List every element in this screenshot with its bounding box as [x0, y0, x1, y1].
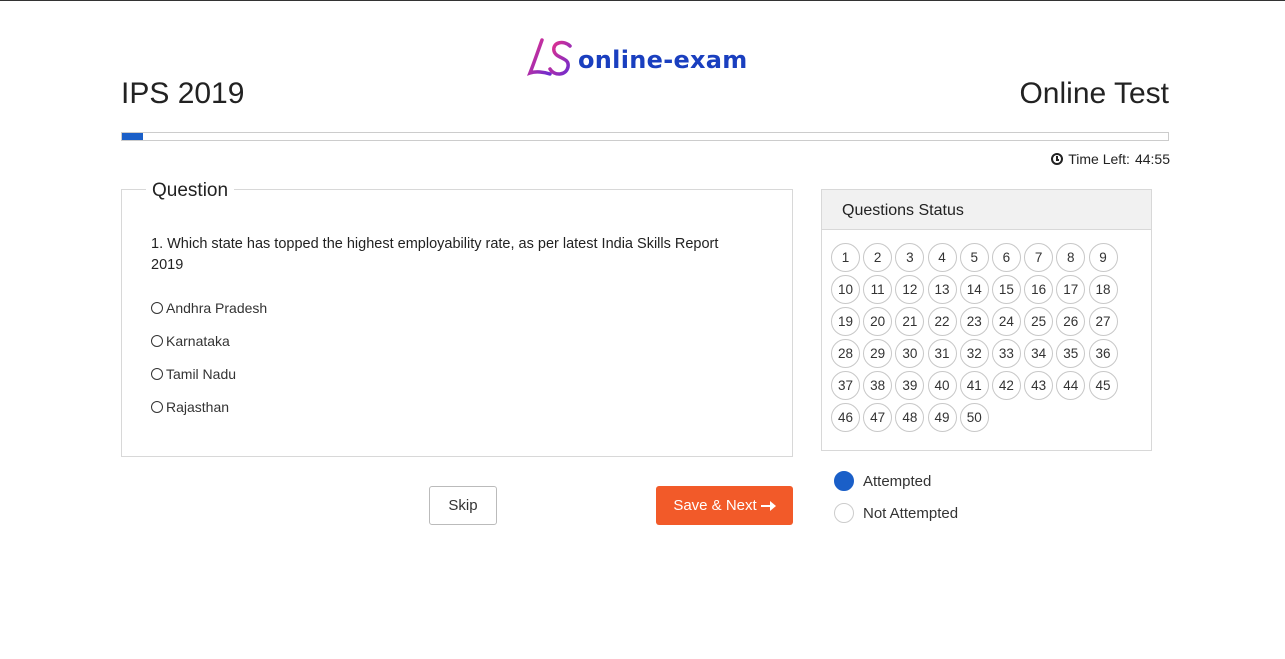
save-next-label: Save & Next: [673, 497, 757, 514]
time-left-value: 44:55: [1134, 151, 1170, 167]
question-number-button[interactable]: 19: [831, 307, 860, 336]
option-4[interactable]: Rajasthan: [151, 390, 267, 423]
test-title: Online Test: [1019, 77, 1169, 110]
question-number-button[interactable]: 28: [831, 339, 860, 368]
attempted-dot-icon: [834, 471, 854, 491]
question-number-button[interactable]: 11: [863, 275, 893, 304]
question-number-button[interactable]: 46: [831, 403, 860, 432]
question-number-grid: 1 2 3 4 5 6 7 8 9 10 11 12 13 14 15 16 17 18 19 20 21 22 23 24 2…: [822, 230, 1122, 435]
answer-options: Andhra Pradesh Karnataka Tamil Nadu Raja…: [151, 291, 267, 423]
question-number-button[interactable]: 22: [927, 307, 957, 336]
site-logo[interactable]: online-exam: [526, 37, 748, 79]
question-number-button[interactable]: 15: [991, 275, 1021, 304]
question-number-button[interactable]: 4: [927, 243, 957, 272]
question-number-button[interactable]: 37: [831, 371, 860, 400]
legend-attempted: Attempted: [834, 465, 958, 497]
time-left: Time Left: 44:55: [1051, 151, 1170, 167]
radio-button[interactable]: [151, 301, 163, 314]
question-number-button[interactable]: 12: [895, 275, 925, 304]
question-number-button[interactable]: 27: [1088, 307, 1118, 336]
radio-button[interactable]: [151, 400, 163, 413]
question-panel: Question 1. Which state has topped the h…: [121, 180, 793, 457]
question-number-button[interactable]: 48: [895, 403, 925, 432]
skip-button[interactable]: Skip: [429, 486, 497, 525]
logo-text: online-exam: [578, 46, 748, 74]
question-number-button[interactable]: 17: [1056, 275, 1086, 304]
question-legend: Question: [146, 180, 235, 202]
question-number-button[interactable]: 16: [1024, 275, 1054, 304]
question-number-button[interactable]: 20: [863, 307, 893, 336]
status-legend: Attempted Not Attempted: [834, 465, 958, 529]
question-number-button[interactable]: 24: [991, 307, 1021, 336]
arrow-right-icon: [760, 500, 776, 511]
question-number-button[interactable]: 6: [991, 243, 1021, 272]
exam-title: IPS 2019: [121, 77, 245, 110]
question-number-button[interactable]: 23: [959, 307, 989, 336]
ls-monogram-icon: [526, 38, 572, 76]
questions-status-panel: Questions Status 1 2 3 4 5 6 7 8 9 10 11 12 13 14 15 16…: [821, 189, 1152, 451]
legend-attempted-label: Attempted: [863, 472, 932, 490]
question-number-button[interactable]: 42: [991, 371, 1021, 400]
question-number-button[interactable]: 35: [1056, 339, 1086, 368]
question-number-button[interactable]: 7: [1024, 243, 1054, 272]
question-number-button[interactable]: 2: [863, 243, 893, 272]
progress-fill: [122, 133, 143, 140]
question-number-button[interactable]: 45: [1088, 371, 1118, 400]
question-number-button[interactable]: 31: [927, 339, 957, 368]
question-number-button[interactable]: 14: [959, 275, 989, 304]
question-number-button[interactable]: 44: [1056, 371, 1086, 400]
question-text: 1. Which state has topped the highest em…: [151, 236, 719, 273]
time-left-label: Time Left:: [1068, 151, 1130, 167]
question-number-button[interactable]: 43: [1024, 371, 1054, 400]
question-number-button[interactable]: 8: [1056, 243, 1086, 272]
question-number-button[interactable]: 25: [1024, 307, 1054, 336]
option-label: Andhra Pradesh: [166, 299, 268, 316]
question-number-button[interactable]: 38: [863, 371, 893, 400]
question-number-button[interactable]: 18: [1088, 275, 1118, 304]
question-number-button[interactable]: 36: [1088, 339, 1118, 368]
legend-not-attempted: Not Attempted: [834, 497, 958, 529]
question-number-button[interactable]: 39: [895, 371, 925, 400]
radio-button[interactable]: [151, 334, 163, 347]
question-number-button[interactable]: 30: [895, 339, 925, 368]
questions-status-title: Questions Status: [822, 190, 1151, 230]
question-number-button[interactable]: 47: [863, 403, 893, 432]
question-number-button[interactable]: 33: [991, 339, 1021, 368]
question-number-button[interactable]: 21: [895, 307, 925, 336]
question-number-button[interactable]: 34: [1024, 339, 1054, 368]
question-number-button[interactable]: 3: [895, 243, 925, 272]
option-3[interactable]: Tamil Nadu: [151, 357, 267, 390]
option-2[interactable]: Karnataka: [151, 324, 267, 357]
question-number-button[interactable]: 13: [927, 275, 957, 304]
question-number-button[interactable]: 40: [927, 371, 957, 400]
save-next-button[interactable]: Save & Next: [656, 486, 793, 525]
question-number-button[interactable]: 1: [831, 243, 860, 272]
progress-bar: [121, 132, 1169, 141]
question-number-button[interactable]: 29: [863, 339, 893, 368]
option-label: Tamil Nadu: [166, 365, 237, 382]
not-attempted-dot-icon: [834, 503, 854, 523]
question-number-button[interactable]: 26: [1056, 307, 1086, 336]
question-number-button[interactable]: 9: [1088, 243, 1118, 272]
option-label: Karnataka: [166, 332, 230, 349]
question-number-button[interactable]: 49: [927, 403, 957, 432]
question-number-button[interactable]: 32: [959, 339, 989, 368]
option-label: Rajasthan: [166, 398, 230, 415]
radio-button[interactable]: [151, 367, 163, 380]
question-number-button[interactable]: 10: [831, 275, 860, 304]
clock-icon: [1051, 153, 1064, 165]
question-number-button[interactable]: 50: [959, 403, 989, 432]
question-number-button[interactable]: 41: [959, 371, 989, 400]
option-1[interactable]: Andhra Pradesh: [151, 291, 267, 324]
question-number-button[interactable]: 5: [959, 243, 989, 272]
legend-not-attempted-label: Not Attempted: [863, 504, 959, 522]
